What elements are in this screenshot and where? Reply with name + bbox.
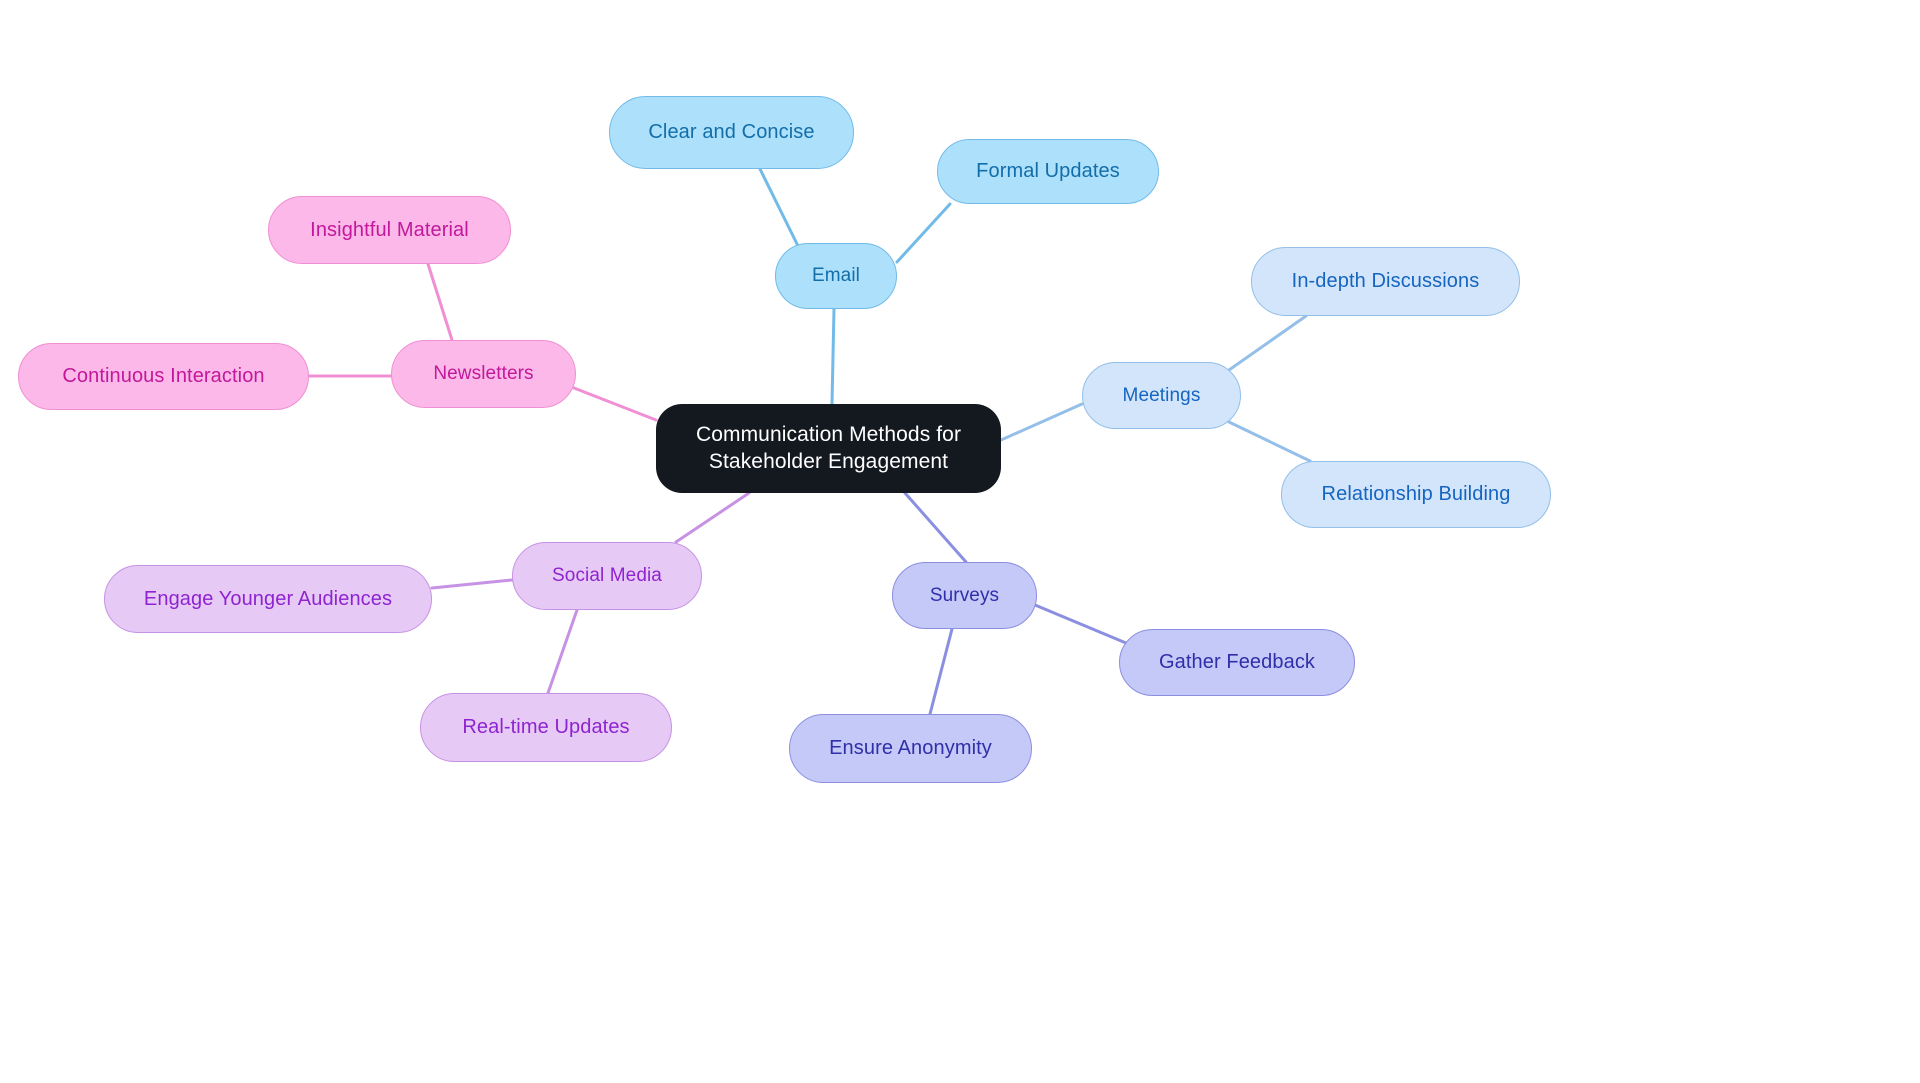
node-label-social-media: Social Media [552,565,662,586]
node-label-engage-younger-audiences: Engage Younger Audiences [143,587,393,610]
node-label-in-depth-discussions: In-depth Discussions [1291,270,1480,292]
mindmap-node-insightful-material[interactable]: Insightful Material [268,196,511,264]
edge-surveys-to-ensure-anonymity [928,627,954,716]
node-label-surveys: Surveys [929,584,1000,606]
node-label-relationship-building: Relationship Building [1321,483,1511,505]
node-label-root: Communication Methods for Stakeholder Eng… [695,423,962,473]
mindmap-node-formal-updates[interactable]: Formal Updates [937,139,1159,204]
edge-root-to-surveys [903,491,968,564]
edge-social-media-to-real-time-updates [546,608,579,695]
mindmap-node-ensure-anonymity[interactable]: Ensure Anonymity [789,714,1032,783]
node-label-real-time-updates: Real-time Updates [462,716,630,738]
edge-root-to-email [830,307,836,406]
mindmap-node-engage-younger-audiences[interactable]: Engage Younger Audiences [104,565,432,633]
edge-root-to-meetings [999,402,1084,442]
edge-email-to-formal-updates [895,202,952,264]
node-label-newsletters: Newsletters [433,363,534,384]
mindmap-node-social-media[interactable]: Social Media [512,542,702,610]
edge-root-to-newsletters [572,386,658,422]
node-label-clear-and-concise: Clear and Concise [648,121,815,143]
mindmap-node-gather-feedback[interactable]: Gather Feedback [1119,629,1355,696]
edge-root-to-social-media [674,491,751,544]
node-label-gather-feedback: Gather Feedback [1158,651,1316,673]
mindmap-node-root[interactable]: Communication Methods for Stakeholder Eng… [656,404,1001,493]
mindmap-canvas: Communication Methods for Stakeholder Eng… [0,0,1920,1083]
mindmap-node-newsletters[interactable]: Newsletters [391,340,576,408]
node-label-ensure-anonymity: Ensure Anonymity [829,737,992,759]
edge-social-media-to-engage-younger-audiences [430,578,514,590]
edge-newsletters-to-insightful-material [426,262,454,342]
mindmap-node-relationship-building[interactable]: Relationship Building [1281,461,1551,528]
edge-surveys-to-gather-feedback [1033,603,1128,645]
node-label-formal-updates: Formal Updates [976,160,1120,182]
mindmap-node-meetings[interactable]: Meetings [1082,362,1241,429]
mindmap-node-continuous-interaction[interactable]: Continuous Interaction [18,343,309,410]
edge-email-to-clear-and-concise [758,167,801,250]
mindmap-node-email[interactable]: Email [775,243,897,309]
mindmap-node-surveys[interactable]: Surveys [892,562,1037,629]
edge-meetings-to-in-depth-discussions [1227,314,1308,372]
node-label-insightful-material: Insightful Material [310,218,469,241]
edge-meetings-to-relationship-building [1227,420,1312,463]
mindmap-node-real-time-updates[interactable]: Real-time Updates [420,693,672,762]
node-label-continuous-interaction: Continuous Interaction [62,365,265,387]
mindmap-node-in-depth-discussions[interactable]: In-depth Discussions [1251,247,1520,316]
node-label-meetings: Meetings [1122,384,1201,406]
mindmap-node-clear-and-concise[interactable]: Clear and Concise [609,96,854,169]
node-label-email: Email [811,265,860,286]
